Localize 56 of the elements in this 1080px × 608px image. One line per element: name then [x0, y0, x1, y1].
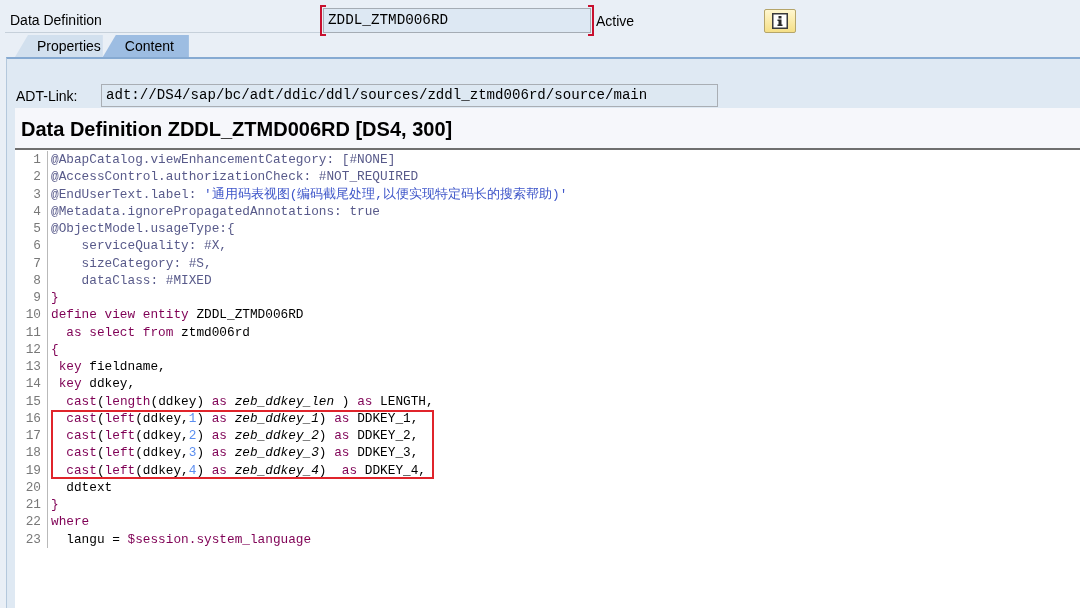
code-line: @Metadata.ignorePropagatedAnnotations: true: [51, 202, 380, 220]
line-number: 9: [32, 289, 42, 307]
line-number: 19: [24, 461, 42, 479]
line-number: 1: [32, 151, 42, 169]
line-number: 8: [32, 271, 42, 289]
info-button[interactable]: [764, 8, 796, 33]
info-icon: [772, 12, 788, 29]
line-number: 13: [24, 358, 42, 376]
field-label: Data Definition: [5, 8, 320, 33]
line-number: 10: [24, 306, 42, 324]
code-line: {: [51, 340, 59, 358]
line-number: 5: [32, 220, 42, 238]
code-line: @AccessControl.authorizationCheck: #NOT_REQUIRED: [51, 168, 419, 186]
code-line: @AbapCatalog.viewEnhancementCategory: [#NONE]: [51, 151, 396, 169]
code-line: key fieldname,: [57, 358, 166, 376]
page-title: Data Definition ZDDL_ZTMD006RD [DS4, 300]: [20, 117, 454, 142]
code-line: cast(left(ddkey,4) as zeb_ddkey_4) as DDKEY_4,: [65, 461, 426, 479]
tab[interactable]: Properties: [15, 35, 103, 57]
code-line: cast(left(ddkey,3) as zeb_ddkey_3) as DDKEY_3,: [65, 444, 419, 462]
line-number: 21: [24, 496, 42, 514]
code-line: }: [51, 496, 59, 514]
line-number: 23: [24, 530, 42, 548]
status-text: Active: [596, 12, 636, 29]
code-line: }: [51, 289, 59, 307]
adt-link-label: ADT-Link:: [15, 87, 79, 104]
code-line: where: [51, 513, 90, 531]
code-line: cast(left(ddkey,2) as zeb_ddkey_2) as DDKEY_2,: [65, 427, 419, 445]
line-number: 6: [32, 237, 42, 255]
line-number: 16: [24, 409, 42, 427]
code-line: key ddkey,: [57, 375, 136, 393]
line-number: 17: [24, 427, 42, 445]
code-line: cast(length(ddkey) as zeb_ddkey_len ) as LENGTH,: [65, 392, 434, 410]
code-line: @EndUserText.label: '通用码表视图(编码截尾处理,以便实现特定码长的搜索帮助)': [51, 185, 568, 203]
line-number: 11: [24, 323, 42, 341]
adt-link-field[interactable]: adt://DS4/sap/bc/adt/ddic/ddl/sources/zddl_ztmd006rd/source/main: [101, 84, 718, 107]
code-line: cast(left(ddkey,1) as zeb_ddkey_1) as DDKEY_1,: [65, 409, 419, 427]
line-number: 15: [24, 392, 42, 410]
code-line: define view entity ZDDL_ZTMD006RD: [51, 306, 304, 324]
code-line: langu = $session.system_language: [65, 530, 312, 548]
line-number: 2: [32, 168, 42, 186]
line-number: 22: [24, 513, 42, 531]
code-line: as select from ztmd006rd: [65, 323, 250, 341]
line-number: 3: [32, 185, 42, 203]
code-line: dataClass: #MIXED: [80, 271, 212, 289]
line-number: 12: [24, 340, 42, 358]
code-line: @ObjectModel.usageType:{: [51, 220, 235, 238]
line-number: 14: [24, 375, 42, 393]
tab[interactable]: Content: [102, 35, 189, 57]
code-line: sizeCategory: #S,: [80, 254, 212, 272]
line-number: 4: [32, 202, 42, 220]
line-number: 18: [24, 444, 42, 462]
name-field[interactable]: ZDDL_ZTMD006RD: [323, 8, 591, 33]
code-line: serviceQuality: #X,: [80, 237, 227, 255]
line-number: 7: [32, 254, 42, 272]
line-number: 20: [24, 478, 42, 496]
code-line: ddtext: [65, 478, 113, 496]
